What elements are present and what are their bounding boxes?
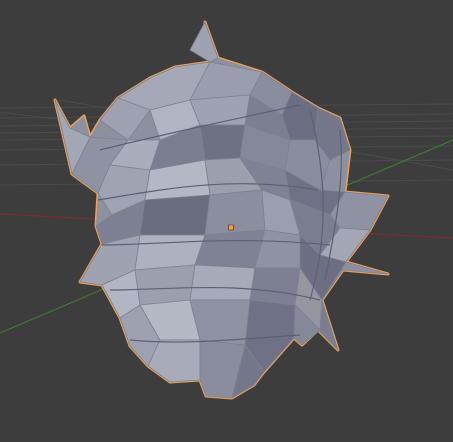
origin-point-icon[interactable] — [228, 224, 234, 231]
3d-viewport[interactable] — [0, 0, 453, 442]
viewport-canvas[interactable] — [0, 0, 453, 442]
